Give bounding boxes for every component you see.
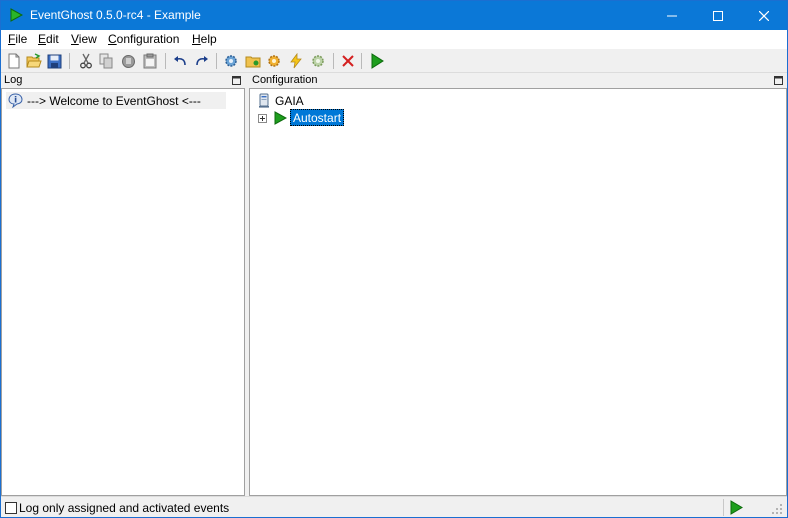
log-entry[interactable]: ---> Welcome to EventGhost <---: [6, 92, 226, 109]
log-pane-title: Log: [4, 74, 23, 86]
copy-icon: [99, 53, 112, 69]
tree-node-autostart-label: Autostart: [290, 109, 345, 126]
open-button[interactable]: [25, 52, 43, 70]
toolbar: [1, 49, 787, 73]
window-title: EventGhost 0.5.0-rc4 - Example: [30, 8, 201, 22]
clipboard-icon: [143, 53, 157, 69]
configuration-pane-title: Configuration: [252, 74, 318, 86]
add-folder-icon: [245, 56, 261, 68]
add-event-icon: [290, 53, 302, 69]
menu-configuration[interactable]: Configuration: [108, 32, 179, 46]
paste-icon: [121, 54, 135, 68]
redo-button[interactable]: [193, 52, 211, 70]
log-only-assigned-label[interactable]: Log only assigned and activated events: [19, 501, 229, 515]
menu-help[interactable]: Help: [192, 32, 217, 46]
log-only-assigned-checkbox[interactable]: [5, 502, 17, 514]
pane-maximize-icon[interactable]: [232, 76, 241, 85]
execute-icon: [371, 53, 384, 69]
minimize-button[interactable]: [649, 1, 695, 30]
cut-button[interactable]: [77, 52, 95, 70]
cut-icon: [80, 53, 92, 69]
add-action-button[interactable]: [309, 52, 327, 70]
minimize-icon: [667, 15, 677, 16]
configuration-pane-header: Configuration: [249, 73, 787, 88]
info-icon: [8, 93, 23, 108]
toolbar-separator: [165, 53, 166, 69]
expand-icon[interactable]: [258, 114, 267, 123]
add-action-icon: [312, 55, 324, 67]
tree-node-autostart[interactable]: Autostart: [257, 109, 457, 127]
status-separator: [723, 499, 724, 516]
clipboard-button[interactable]: [141, 52, 159, 70]
menu-view[interactable]: View: [71, 32, 97, 46]
log-pane-header: Log: [1, 73, 245, 88]
menu-edit[interactable]: Edit: [38, 32, 59, 46]
paste-button[interactable]: [119, 52, 137, 70]
close-icon: [759, 10, 769, 21]
pane-maximize-icon[interactable]: [774, 76, 783, 85]
delete-icon: [342, 55, 354, 67]
toolbar-separator: [361, 53, 362, 69]
copy-button[interactable]: [97, 52, 115, 70]
toolbar-separator: [69, 53, 70, 69]
configuration-tree[interactable]: GAIA Autostart: [249, 88, 787, 496]
menu-bar: File Edit View Configuration Help: [1, 30, 787, 49]
add-event-button[interactable]: [287, 52, 305, 70]
save-button[interactable]: [45, 52, 63, 70]
resize-grip-icon[interactable]: [771, 503, 783, 515]
add-plugin-icon: [225, 55, 237, 67]
toolbar-separator: [333, 53, 334, 69]
status-bar: Log only assigned and activated events: [1, 496, 787, 517]
close-button[interactable]: [741, 1, 787, 30]
tree-node-root-label: GAIA: [275, 94, 304, 108]
maximize-button[interactable]: [695, 1, 741, 30]
add-folder-button[interactable]: [244, 52, 262, 70]
delete-button[interactable]: [339, 52, 357, 70]
save-icon: [47, 54, 61, 68]
new-file-icon: [8, 53, 20, 69]
menu-file[interactable]: File: [8, 32, 27, 46]
new-button[interactable]: [5, 52, 23, 70]
toolbar-separator: [216, 53, 217, 69]
redo-icon: [196, 56, 208, 66]
processing-play-icon: [730, 500, 743, 515]
log-entry-text: ---> Welcome to EventGhost <---: [27, 94, 201, 108]
undo-button[interactable]: [171, 52, 189, 70]
title-bar: EventGhost 0.5.0-rc4 - Example: [1, 1, 787, 30]
log-list[interactable]: ---> Welcome to EventGhost <---: [1, 88, 245, 496]
eventghost-window: EventGhost 0.5.0-rc4 - Example File Edit…: [0, 0, 788, 518]
autostart-play-icon: [274, 111, 287, 125]
add-macro-icon: [268, 55, 280, 67]
eventghost-play-icon: [10, 8, 23, 22]
open-folder-icon: [26, 53, 42, 68]
undo-icon: [174, 56, 186, 66]
maximize-icon: [713, 10, 723, 21]
add-plugin-button[interactable]: [222, 52, 240, 70]
execute-button[interactable]: [368, 52, 386, 70]
computer-icon: [259, 93, 269, 108]
add-macro-button[interactable]: [265, 52, 283, 70]
